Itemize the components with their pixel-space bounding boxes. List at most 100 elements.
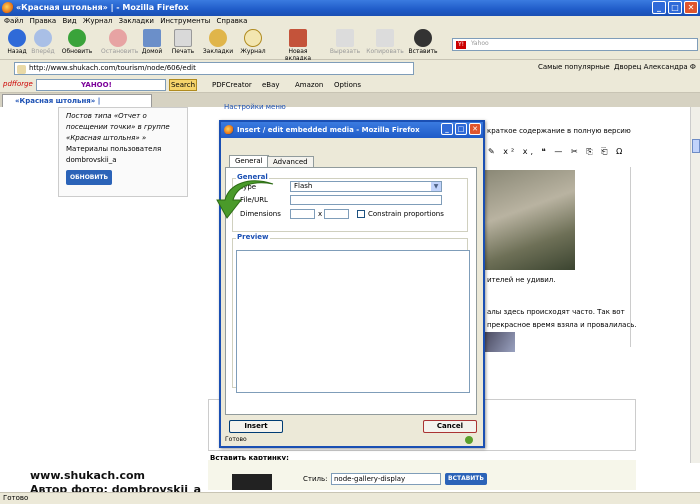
back-arrow-icon	[8, 29, 26, 47]
style-select[interactable]: node-gallery-display	[331, 473, 441, 485]
stop-button[interactable]: Остановить	[101, 29, 138, 55]
new-tab-button[interactable]: Новая вкладка	[275, 29, 321, 62]
menu-view[interactable]: Вид	[62, 17, 76, 25]
copy-button[interactable]: Копировать	[366, 29, 404, 55]
constrain-checkbox[interactable]	[357, 210, 365, 218]
pdfforge-toolbar: pdfforge YAHOO! Search PDFCreator eBay A…	[0, 77, 700, 93]
bookmark-palace[interactable]: Дворец Александра Ф	[614, 63, 696, 71]
menu-help[interactable]: Справка	[217, 17, 248, 25]
page-scrollbar[interactable]	[690, 107, 700, 463]
print-button[interactable]: Печать	[166, 29, 200, 55]
menu-file[interactable]: Файл	[4, 17, 23, 25]
bookmarks-button[interactable]: Закладки	[201, 29, 235, 55]
summary-text: краткое содержание в полную версию	[487, 127, 631, 135]
constrain-label: Constrain proportions	[368, 210, 444, 218]
site-icon	[17, 65, 26, 74]
history-button[interactable]: Журнал	[236, 29, 270, 55]
times-sign: x	[318, 210, 323, 218]
pdfforge-logo: pdfforge	[3, 80, 33, 88]
print-icon	[174, 29, 192, 47]
stop-icon	[109, 29, 127, 47]
insert-button[interactable]: Insert	[229, 420, 283, 433]
forward-arrow-icon	[34, 29, 52, 47]
paste-button[interactable]: Вставить	[406, 29, 440, 55]
copy-icon	[376, 29, 394, 47]
embedded-media-dialog: Insert / edit embedded media - Mozilla F…	[219, 120, 485, 448]
new-tab-icon	[289, 29, 307, 47]
caption-site: www.shukach.com	[30, 469, 145, 482]
status-text: Готово	[3, 494, 29, 502]
menu-edit[interactable]: Правка	[30, 17, 57, 25]
type-select[interactable]: Flash ▼	[290, 181, 442, 192]
status-indicator-icon	[465, 436, 473, 444]
dialog-titlebar: Insert / edit embedded media - Mozilla F…	[221, 122, 483, 138]
dialog-title: Insert / edit embedded media - Mozilla F…	[237, 126, 420, 134]
sidebar-line: Постов типа «Отчет о	[66, 112, 147, 120]
preview-legend: Preview	[236, 233, 270, 241]
editor-scrollbar[interactable]	[630, 167, 640, 347]
green-arrow-icon	[216, 180, 274, 219]
maximize-button[interactable]: □	[668, 1, 682, 14]
menu-bar: Файл Правка Вид Журнал Закладки Инструме…	[0, 16, 700, 28]
reload-button[interactable]: Обновить	[60, 29, 94, 55]
image-insert-panel: Стиль: node-gallery-display ВСТАВИТЬ	[208, 460, 636, 490]
dialog-close-button[interactable]: ✕	[469, 123, 481, 135]
home-button[interactable]: Домой	[135, 29, 169, 55]
yahoo-icon: Y!	[456, 41, 466, 49]
file-url-input[interactable]	[290, 195, 442, 205]
options-button[interactable]: Options	[334, 81, 361, 89]
sidebar-line[interactable]: Материалы пользователя	[66, 144, 180, 155]
forward-button[interactable]: Вперёд	[26, 29, 60, 55]
address-input[interactable]: http://www.shukach.com/tourism/node/606/…	[14, 62, 414, 75]
yahoo-search-input[interactable]: YAHOO!	[36, 79, 166, 91]
preview-area	[236, 250, 470, 393]
text-fragment-2: алы здесь происходят часто. Так вот	[487, 308, 625, 316]
menu-bookmarks[interactable]: Закладки	[119, 17, 154, 25]
style-label: Стиль:	[303, 475, 328, 483]
cancel-button[interactable]: Cancel	[423, 420, 477, 433]
cut-icon	[336, 29, 354, 47]
height-input[interactable]	[324, 209, 349, 219]
window-titlebar: «Красная штольня» | - Mozilla Firefox _ …	[0, 0, 700, 16]
amazon-button[interactable]: Amazon	[295, 81, 323, 89]
firefox-icon	[2, 2, 14, 14]
width-input[interactable]	[290, 209, 315, 219]
dialog-status-bar: Готово	[225, 436, 479, 446]
status-bar: Готово	[0, 492, 700, 504]
sidebar-line: посещении точки» в группе	[66, 123, 170, 131]
gallery-thumbnail[interactable]	[232, 474, 272, 490]
pdfcreator-button[interactable]: PDFCreator	[212, 81, 252, 89]
insert-image-button[interactable]: ВСТАВИТЬ	[445, 473, 487, 485]
paste-icon	[414, 29, 432, 47]
address-text: http://www.shukach.com/tourism/node/606/…	[29, 64, 196, 72]
tab-advanced[interactable]: Advanced	[267, 156, 314, 167]
bookmarks-icon	[209, 29, 227, 47]
dialog-maximize-button[interactable]: □	[455, 123, 467, 135]
close-button[interactable]: ✕	[684, 1, 698, 14]
chevron-down-icon: ▼	[431, 182, 441, 191]
search-button[interactable]: Search	[169, 79, 197, 91]
firefox-icon	[224, 125, 234, 135]
editor-toolbar[interactable]: ✎ x² x, ❝ — ✂ ⎘ ⎗ Ω	[488, 147, 625, 157]
cut-button[interactable]: Вырезать	[328, 29, 362, 55]
trail-photo	[485, 170, 575, 270]
menu-tools[interactable]: Инструменты	[160, 17, 210, 25]
dialog-minimize-button[interactable]: _	[441, 123, 453, 135]
text-fragment-3: прекрасное время взяла и провалилась.	[487, 321, 637, 329]
minimize-button[interactable]: _	[652, 1, 666, 14]
search-placeholder: Yahoo	[471, 40, 489, 47]
menu-history[interactable]: Журнал	[83, 17, 112, 25]
dialog-status-text: Готово	[225, 436, 247, 443]
sidebar-block: Постов типа «Отчет о посещении точки» в …	[58, 107, 188, 197]
settings-link[interactable]: Настройки меню	[224, 103, 286, 111]
search-engine-box[interactable]: Y! Yahoo	[452, 38, 698, 51]
home-icon	[143, 29, 161, 47]
scrollbar-thumb[interactable]	[692, 139, 700, 153]
ebay-button[interactable]: eBay	[262, 81, 280, 89]
window-title: «Красная штольня» | - Mozilla Firefox	[16, 3, 189, 12]
bookmark-most-popular[interactable]: Самые популярные	[538, 63, 610, 71]
tab-krasnaya-shtolnya[interactable]: «Красная штольня» |	[2, 94, 152, 107]
history-icon	[244, 29, 262, 47]
sidebar-line: «Красная штольня» »	[66, 134, 147, 142]
refresh-button[interactable]: ОБНОВИТЬ	[66, 170, 113, 185]
